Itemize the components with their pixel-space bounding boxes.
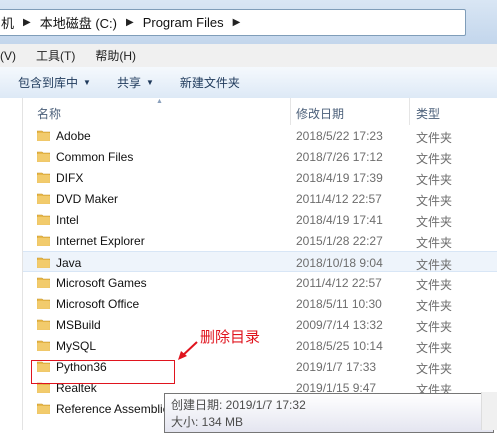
dropdown-arrow-icon: ▼ [145, 78, 154, 87]
tooltip-size: 大小: 134 MB [171, 415, 244, 429]
include-in-library-label: 包含到库中 [18, 76, 79, 90]
file-date: 2018/5/11 10:30 [296, 297, 382, 311]
new-folder-button[interactable]: 新建文件夹 [180, 74, 240, 91]
file-name: MySQL [56, 339, 97, 353]
column-header: 名称 ▲ 修改日期 类型 [23, 98, 497, 125]
file-date: 2011/4/12 22:57 [296, 192, 382, 206]
file-name: MSBuild [56, 318, 101, 332]
file-row[interactable]: Common Files 2018/7/26 17:12 文件夹 [23, 146, 497, 167]
file-date: 2018/10/18 9:04 [296, 256, 383, 270]
folder-icon [37, 151, 50, 162]
file-row[interactable]: Microsoft Office 2018/5/11 10:30 文件夹 [23, 293, 497, 314]
file-name: Intel [56, 213, 79, 227]
folder-icon [37, 214, 50, 225]
file-name: DIFX [56, 171, 84, 185]
address-field[interactable]: 机 ▶ 本地磁盘 (C:) ▶ Program Files ▶ [0, 9, 466, 36]
tooltip-created: 创建日期: 2019/1/7 17:32 [171, 398, 306, 412]
folder-icon [37, 130, 50, 141]
column-divider[interactable] [290, 98, 291, 125]
new-folder-label: 新建文件夹 [179, 76, 240, 90]
file-date: 2018/7/26 17:12 [296, 150, 383, 164]
file-date: 2011/4/12 22:57 [296, 276, 382, 290]
file-row[interactable]: Microsoft Games 2011/4/12 22:57 文件夹 [23, 272, 497, 293]
file-name: Microsoft Office [56, 297, 140, 311]
annotation-arrow-icon [178, 341, 198, 360]
file-row[interactable]: Internet Explorer 2015/1/28 22:27 文件夹 [23, 230, 497, 251]
file-date: 2018/5/22 17:23 [296, 129, 383, 143]
breadcrumb-local-disk[interactable]: 本地磁盘 (C:) [40, 13, 117, 32]
file-type: 文件夹 [416, 152, 453, 166]
file-date: 2018/4/19 17:41 [296, 213, 383, 227]
file-row[interactable]: DVD Maker 2011/4/12 22:57 文件夹 [23, 188, 497, 209]
file-name: Microsoft Games [56, 276, 147, 290]
folder-icon [37, 403, 50, 414]
file-name: DVD Maker [56, 192, 119, 206]
folder-icon [37, 257, 50, 268]
include-in-library-button[interactable]: 包含到库中 ▼ [18, 74, 91, 91]
annotation-highlight-box [31, 360, 175, 384]
folder-icon [37, 340, 50, 351]
column-type[interactable]: 类型 [416, 105, 440, 122]
file-type: 文件夹 [416, 299, 453, 313]
navigation-pane[interactable] [0, 98, 23, 430]
folder-icon [37, 235, 50, 246]
menu-bar: (V) 工具(T) 帮助(H) [0, 44, 497, 67]
file-type: 文件夹 [416, 131, 453, 145]
file-name: Reference Assemblies [56, 402, 176, 416]
column-date[interactable]: 修改日期 [296, 105, 344, 122]
annotation-text: 删除目录 [200, 328, 261, 346]
file-type: 文件夹 [416, 258, 453, 272]
folder-tooltip: 创建日期: 2019/1/7 17:32 大小: 134 MB [164, 393, 494, 433]
file-date: 2018/5/25 10:14 [296, 339, 383, 353]
file-date: 2015/1/28 22:27 [296, 234, 383, 248]
folder-icon [37, 193, 50, 204]
file-date: 2009/7/14 13:32 [296, 318, 383, 332]
dropdown-arrow-icon: ▼ [83, 78, 91, 87]
file-name: Internet Explorer [56, 234, 145, 248]
file-type: 文件夹 [416, 320, 453, 334]
vertical-scrollbar[interactable] [481, 392, 497, 430]
command-bar: 包含到库中 ▼ 共享 ▼ 新建文件夹 [0, 67, 497, 99]
breadcrumb-separator-icon[interactable]: ▶ [126, 17, 134, 28]
file-date: 2018/4/19 17:39 [296, 171, 383, 185]
file-row[interactable]: DIFX 2018/4/19 17:39 文件夹 [23, 167, 497, 188]
share-button[interactable]: 共享 ▼ [117, 74, 154, 91]
menu-view[interactable]: (V) [0, 49, 16, 63]
file-row[interactable]: Intel 2018/4/19 17:41 文件夹 [23, 209, 497, 230]
file-date: 2019/1/7 17:33 [296, 360, 377, 374]
address-bar: 机 ▶ 本地磁盘 (C:) ▶ Program Files ▶ [0, 0, 497, 45]
breadcrumb-program-files[interactable]: Program Files [143, 15, 224, 30]
folder-icon [37, 298, 50, 309]
folder-icon [37, 172, 50, 183]
file-name: Common Files [56, 150, 134, 164]
file-type: 文件夹 [416, 173, 453, 187]
folder-icon [37, 319, 50, 330]
file-type: 文件夹 [416, 341, 453, 355]
column-divider[interactable] [409, 98, 410, 125]
file-type: 文件夹 [416, 278, 453, 292]
file-name: Java [56, 256, 82, 270]
menu-tools[interactable]: 工具(T) [36, 47, 75, 64]
share-label: 共享 [116, 76, 141, 90]
file-type: 文件夹 [416, 194, 453, 208]
column-name[interactable]: 名称 [37, 105, 61, 122]
file-type: 文件夹 [416, 215, 453, 229]
menu-help[interactable]: 帮助(H) [95, 47, 136, 64]
file-row[interactable]: Java 2018/10/18 9:04 文件夹 [23, 251, 497, 272]
file-name: Adobe [56, 129, 91, 143]
breadcrumb-separator-icon[interactable]: ▶ [23, 17, 31, 28]
sort-ascending-icon: ▲ [156, 98, 163, 105]
file-type: 文件夹 [416, 236, 453, 250]
folder-icon [37, 277, 50, 288]
breadcrumb-separator-icon[interactable]: ▶ [233, 17, 241, 28]
breadcrumb-computer[interactable]: 机 [1, 13, 14, 32]
file-type: 文件夹 [416, 362, 453, 376]
file-row[interactable]: Adobe 2018/5/22 17:23 文件夹 [23, 125, 497, 146]
